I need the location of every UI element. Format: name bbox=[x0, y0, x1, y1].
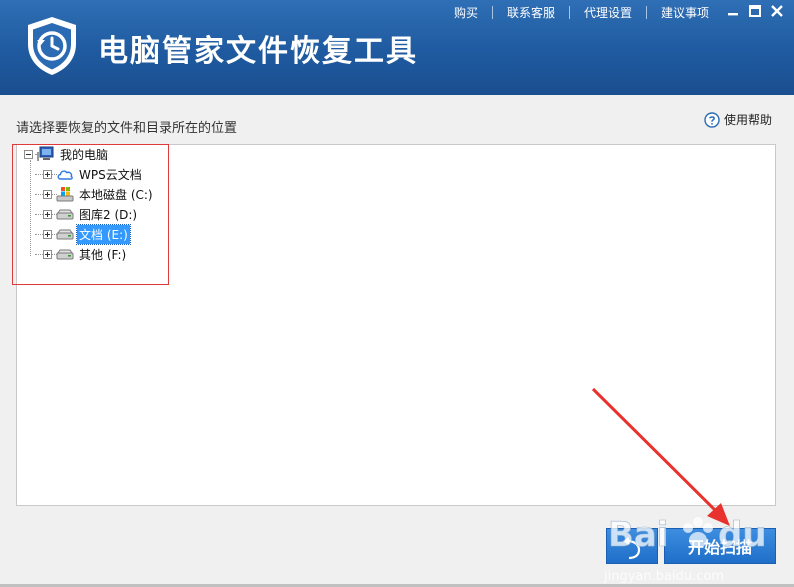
tree-node-my-computer[interactable]: 我的电脑 bbox=[24, 145, 110, 163]
tree-node-local-disk-c[interactable]: 本地磁盘 (C:) bbox=[43, 185, 155, 203]
start-scan-button[interactable]: 开始扫描 bbox=[664, 528, 776, 564]
expand-toggle[interactable] bbox=[43, 189, 52, 199]
tree-node-drive-e[interactable]: 文档 (E:) bbox=[43, 223, 131, 245]
app-title: 电脑管家文件恢复工具 bbox=[98, 34, 418, 69]
tree-node-label: 图库2 (D:) bbox=[79, 207, 138, 222]
tree-node-label: 其他 (F:) bbox=[79, 247, 127, 262]
location-instruction: 请选择要恢复的文件和目录所在的位置 bbox=[16, 121, 238, 136]
maximize-icon[interactable] bbox=[746, 2, 764, 20]
expand-toggle[interactable] bbox=[43, 229, 52, 239]
location-tree[interactable]: 我的电脑 WPS云文档 本地磁盘 (C:) 图库2 (D:) 文档 (E:) 其… bbox=[16, 144, 776, 506]
tree-node-label: 我的电脑 bbox=[60, 147, 109, 162]
nav-proxy-settings-link[interactable]: 代理设置 bbox=[570, 4, 646, 21]
tree-node-label: WPS云文档 bbox=[79, 167, 142, 182]
back-button[interactable] bbox=[606, 528, 658, 564]
tree-node-drive-d[interactable]: 图库2 (D:) bbox=[43, 205, 139, 223]
tree-node-drive-f[interactable]: 其他 (F:) bbox=[43, 245, 128, 263]
window-controls bbox=[724, 2, 786, 20]
nav-buy-link[interactable]: 购买 bbox=[440, 4, 492, 21]
tree-connector bbox=[30, 160, 31, 256]
expand-toggle[interactable] bbox=[43, 169, 52, 179]
back-arrow-icon bbox=[623, 537, 641, 560]
tree-node-label-selected: 文档 (E:) bbox=[76, 223, 131, 245]
minimize-icon[interactable] bbox=[724, 2, 742, 20]
nav-contact-support-link[interactable]: 联系客服 bbox=[493, 4, 569, 21]
svg-text:jingyan.baidu.com: jingyan.baidu.com bbox=[603, 569, 724, 584]
expand-toggle[interactable] bbox=[43, 249, 52, 259]
drive-icon bbox=[56, 249, 74, 260]
system-drive-icon bbox=[56, 187, 74, 202]
cloud-icon bbox=[57, 170, 73, 180]
computer-icon bbox=[37, 146, 54, 161]
help-link[interactable]: 使用帮助 bbox=[704, 111, 772, 128]
drive-icon bbox=[56, 209, 74, 220]
app-logo-icon bbox=[28, 17, 76, 75]
drive-icon bbox=[56, 229, 74, 240]
title-bar: 电脑管家文件恢复工具 购买 联系客服 代理设置 建议事项 bbox=[0, 0, 794, 95]
help-label: 使用帮助 bbox=[723, 113, 772, 127]
tree-node-label: 本地磁盘 (C:) bbox=[79, 187, 153, 202]
question-icon bbox=[704, 111, 720, 128]
nav-suggestions-link[interactable]: 建议事项 bbox=[647, 4, 723, 21]
top-navigation: 购买 联系客服 代理设置 建议事项 bbox=[440, 3, 723, 21]
expand-toggle[interactable] bbox=[43, 209, 52, 219]
collapse-toggle[interactable] bbox=[24, 149, 33, 159]
tree-node-wps-cloud[interactable]: WPS云文档 bbox=[43, 165, 144, 183]
close-icon[interactable] bbox=[768, 2, 786, 20]
